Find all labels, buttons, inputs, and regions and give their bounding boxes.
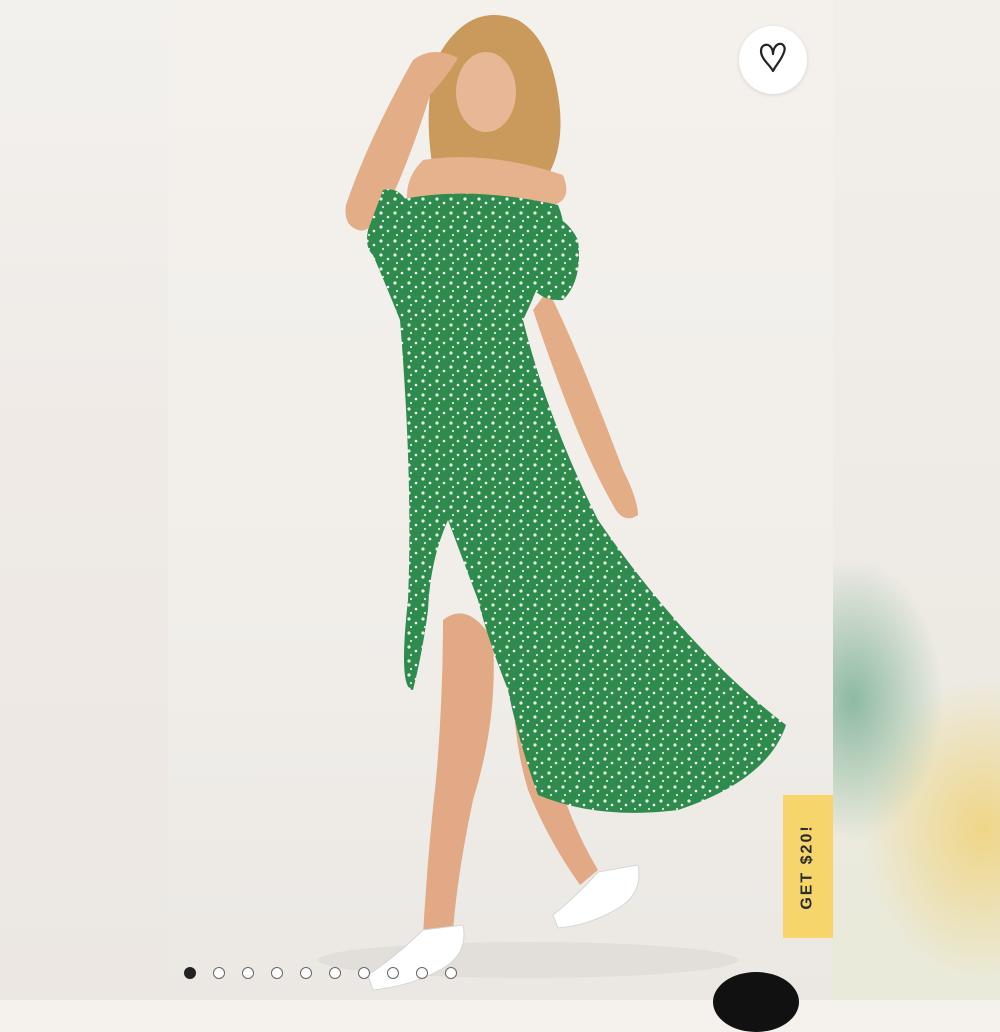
promo-label: GET $20! [799, 823, 817, 910]
pagination-dot[interactable] [329, 967, 341, 979]
pagination-dot[interactable] [416, 967, 428, 979]
wishlist-button[interactable] [739, 26, 807, 94]
product-image[interactable] [168, 0, 833, 1000]
pagination-dot[interactable] [271, 967, 283, 979]
pagination-dot[interactable] [387, 967, 399, 979]
model-illustration [318, 15, 786, 991]
promo-tab[interactable]: GET $20! [783, 795, 833, 938]
pagination-dot[interactable] [184, 967, 196, 979]
pagination-dot[interactable] [242, 967, 254, 979]
heart-icon [758, 41, 788, 80]
gallery-pagination [184, 967, 457, 981]
background-blur-right [833, 0, 1000, 1000]
pagination-dot[interactable] [300, 967, 312, 979]
background-blur-left [0, 0, 168, 1000]
pagination-dot[interactable] [445, 967, 457, 979]
pagination-dot[interactable] [213, 967, 225, 979]
pagination-dot[interactable] [358, 967, 370, 979]
chat-button[interactable] [713, 972, 799, 1032]
